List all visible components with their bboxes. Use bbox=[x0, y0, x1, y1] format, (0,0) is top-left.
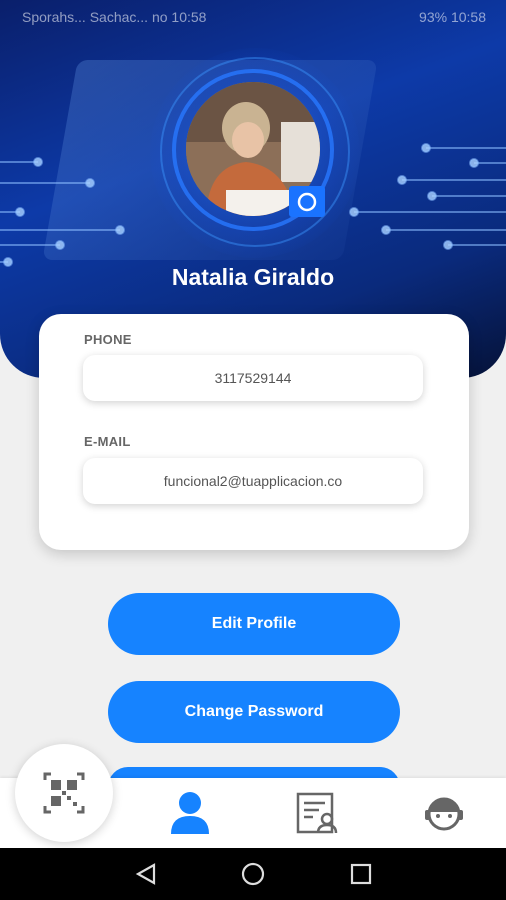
contact-info-card: PHONE 3117529144 E-MAIL funcional2@tuapp… bbox=[39, 314, 469, 550]
phone-field[interactable]: 3117529144 bbox=[83, 355, 423, 401]
qr-code-icon bbox=[43, 772, 85, 814]
camera-icon bbox=[297, 192, 317, 212]
qr-scan-button[interactable] bbox=[15, 744, 113, 842]
edit-profile-button[interactable]: Edit Profile bbox=[108, 593, 400, 655]
support-agent-icon bbox=[425, 797, 463, 831]
nav-item-profile[interactable] bbox=[165, 790, 215, 836]
status-bar: Sporahs... Sachac... no 10:58 93% 10:58 bbox=[0, 0, 506, 34]
status-left-text: Sporahs... Sachac... no 10:58 bbox=[22, 9, 207, 25]
system-navigation-bar bbox=[0, 848, 506, 900]
person-icon bbox=[171, 792, 209, 834]
profile-name: Natalia Giraldo bbox=[171, 264, 335, 290]
phone-label: PHONE bbox=[84, 332, 132, 347]
email-field[interactable]: funcional2@tuapplicacion.co bbox=[83, 458, 423, 504]
home-icon[interactable] bbox=[241, 862, 265, 886]
nav-item-document-user[interactable] bbox=[295, 792, 341, 836]
change-photo-button[interactable] bbox=[289, 186, 325, 217]
change-password-button[interactable]: Change Password bbox=[108, 681, 400, 743]
status-right-text: 93% 10:58 bbox=[419, 9, 486, 25]
back-icon[interactable] bbox=[134, 862, 158, 886]
nav-item-support[interactable] bbox=[422, 794, 466, 834]
recents-icon[interactable] bbox=[350, 863, 372, 885]
email-label: E-MAIL bbox=[84, 434, 131, 449]
document-user-icon bbox=[296, 792, 338, 834]
